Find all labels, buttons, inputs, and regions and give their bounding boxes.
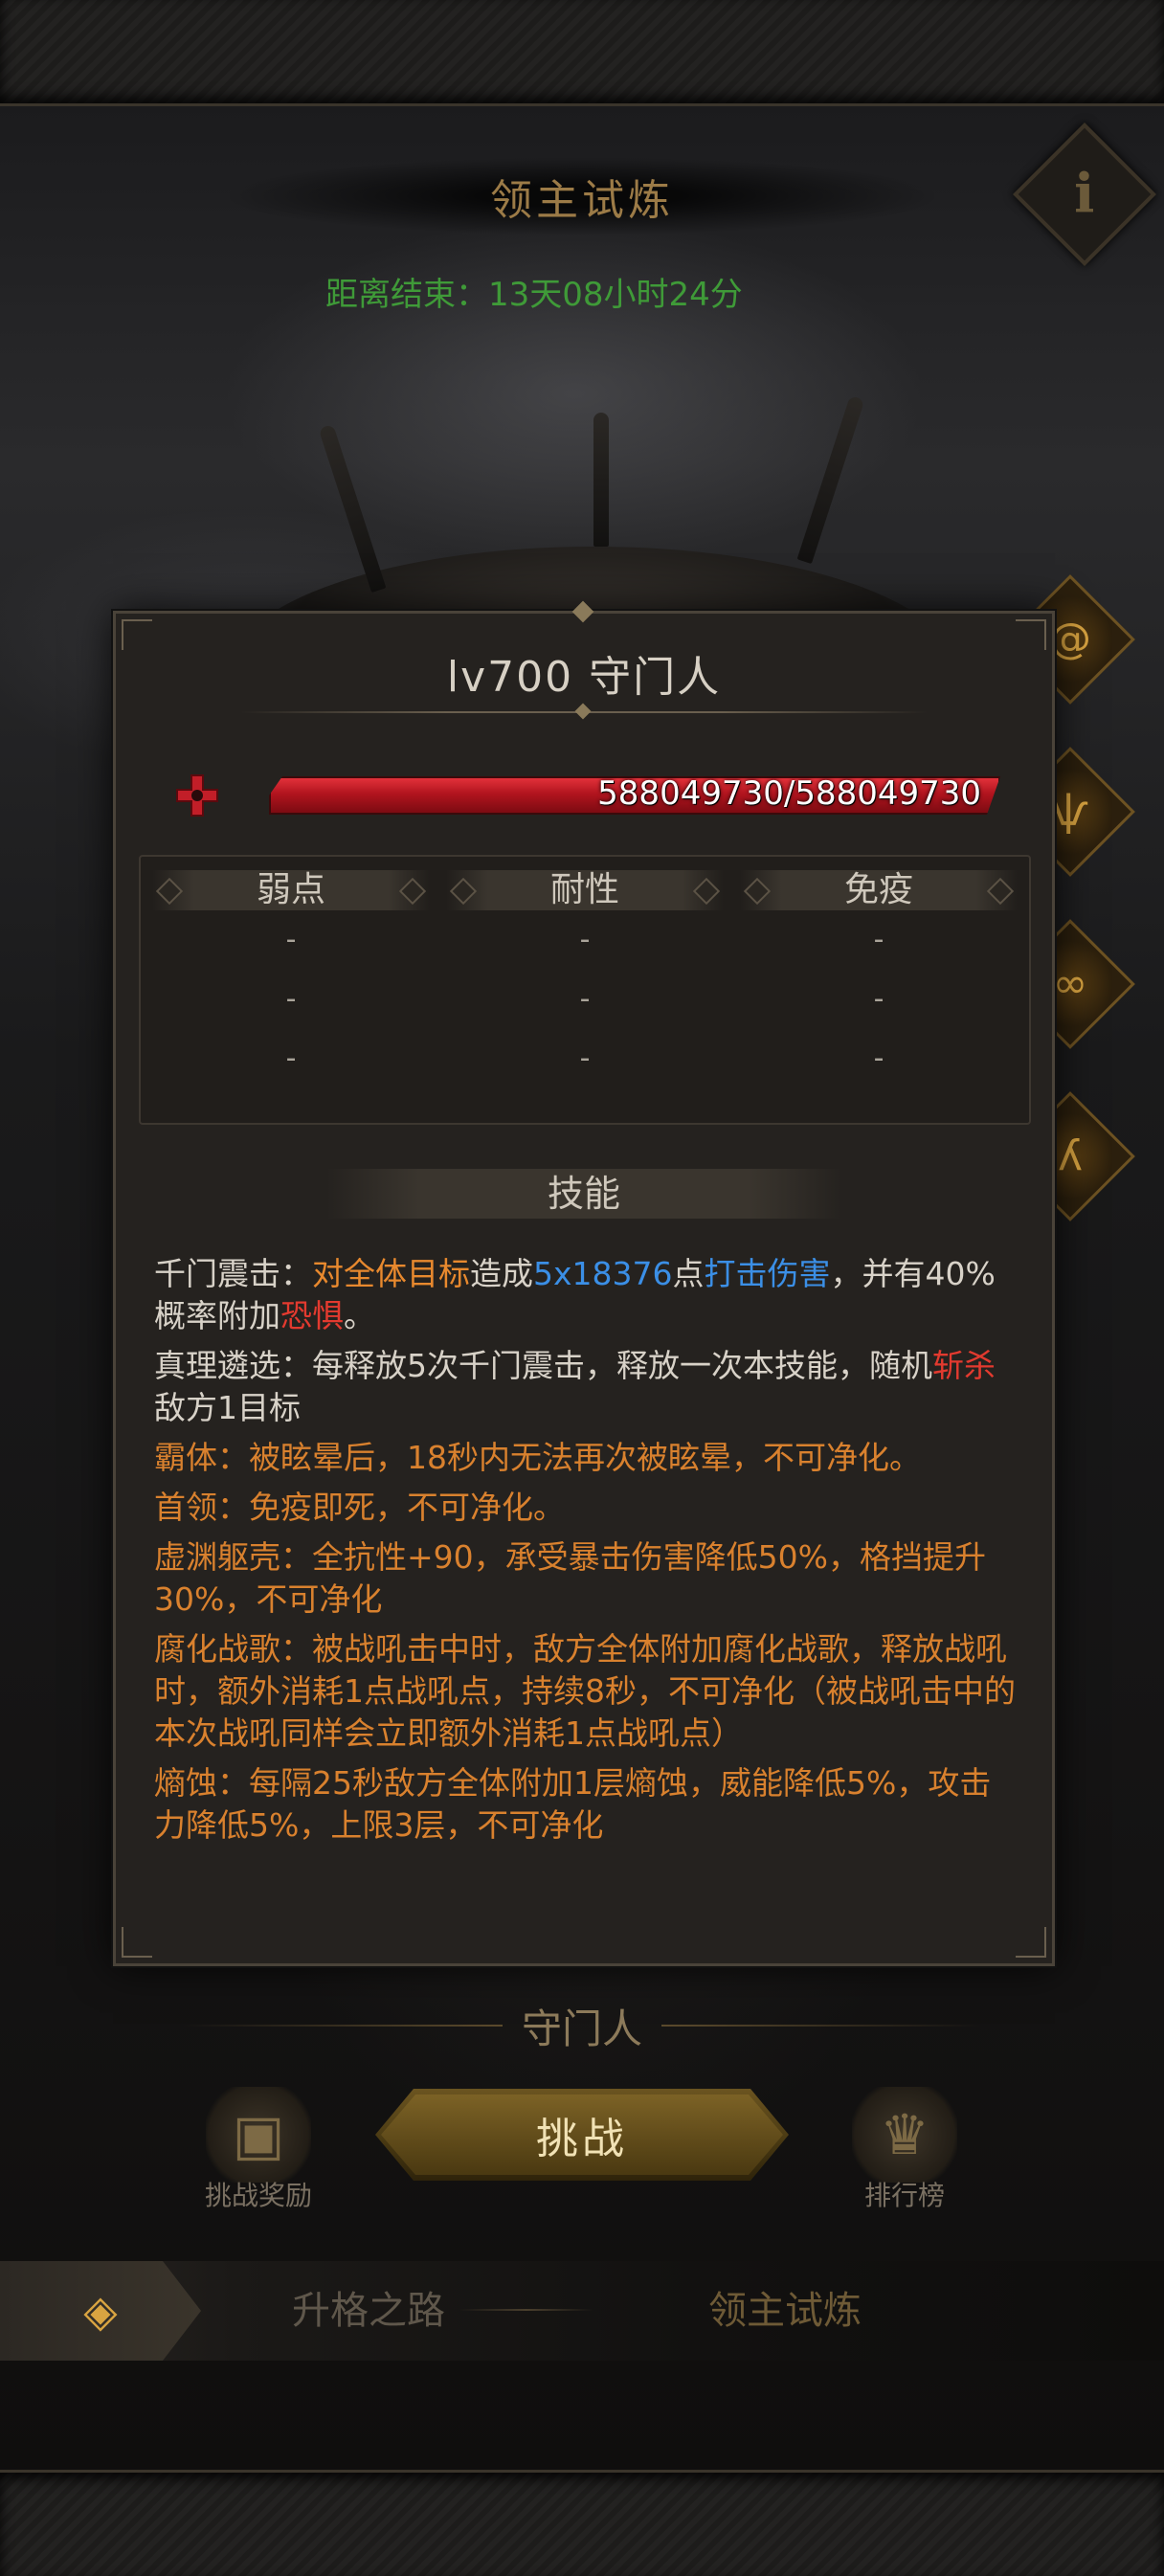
skill-text: 千门震击： xyxy=(154,1255,312,1292)
countdown-timer: 距离结束：13天08小时24分 xyxy=(325,276,743,314)
skill-entry: 虚渊躯壳：全抗性+90，承受暴击伤害降低50%，格挡提升30%，不可净化 xyxy=(154,1536,1016,1621)
challenge-reward-button[interactable]: ▣ 挑战奖励 xyxy=(163,2087,354,2213)
treasure-chest-icon: ▣ xyxy=(206,2087,311,2183)
skill-text: 熵蚀：每隔25秒敌方全体附加1层熵蚀，威能降低5%，攻击力降低5%，上限3层，不… xyxy=(154,1764,992,1844)
boss-level-name: lv700 守门人 xyxy=(446,653,722,702)
resistance-value: - xyxy=(579,1042,591,1075)
skill-text: 恐惧 xyxy=(280,1297,344,1334)
skill-text: 点 xyxy=(672,1255,705,1292)
skill-text: 首领：免疫即死，不可净化。 xyxy=(154,1489,565,1526)
page-title: 领主试炼 xyxy=(490,176,674,225)
horn-left xyxy=(318,423,387,594)
skill-text: 真理遴选：每释放5次千门震击，释放一次本技能，随机 xyxy=(154,1347,932,1384)
skill-text: 5x18376 xyxy=(533,1255,673,1292)
boss-subtitle-row: 守门人 xyxy=(163,1997,1001,2054)
ranking-button[interactable]: ♛ 排行榜 xyxy=(809,2087,1000,2213)
boss-subtitle: 守门人 xyxy=(522,2005,643,2052)
skill-text: 敌方1目标 xyxy=(154,1389,301,1426)
skill-text: 对全体目标 xyxy=(312,1255,470,1292)
weakness-header: 弱点 xyxy=(152,870,430,910)
skill-entry: 真理遴选：每释放5次千门震击，释放一次本技能，随机斩杀敌方1目标 xyxy=(154,1345,1016,1429)
weakness-value: - xyxy=(285,1042,297,1075)
tab-ascension-road[interactable]: 升格之路 xyxy=(292,2261,445,2361)
boss-info-dialog: lv700 守门人 588049730/588049730 弱点 - - - 耐… xyxy=(113,600,1055,1966)
skill-text: 打击伤害 xyxy=(704,1255,831,1292)
skills-list: 千门震击：对全体目标造成5x18376点打击伤害，并有40%概率附加恐惧。 真理遴… xyxy=(154,1253,1016,1854)
bottom-frame xyxy=(0,2470,1164,2576)
immunity-value: - xyxy=(873,923,884,956)
weakness-column: 弱点 - - - xyxy=(152,870,430,1119)
bottom-tab-bar: ◈ 升格之路 领主试炼 xyxy=(0,2261,1164,2361)
crown-icon: ♛ xyxy=(852,2087,957,2183)
weakness-value: - xyxy=(285,982,297,1016)
challenge-label: 挑战 xyxy=(536,2115,628,2163)
skill-entry: 腐化战歌：被战吼击中时，敌方全体附加腐化战歌，释放战吼时，额外消耗1点战吼点，持… xyxy=(154,1628,1016,1755)
hp-value: 588049730/588049730 xyxy=(597,774,981,813)
immunity-header: 免疫 xyxy=(740,870,1018,910)
challenge-reward-label: 挑战奖励 xyxy=(204,2180,312,2211)
corner-ornament xyxy=(122,1927,152,1958)
top-frame xyxy=(0,0,1164,106)
immunity-column: 免疫 - - - xyxy=(740,870,1018,1119)
ranking-label: 排行榜 xyxy=(863,2180,945,2211)
resistance-value: - xyxy=(579,982,591,1016)
skill-text: 造成 xyxy=(470,1255,533,1292)
resistance-column: 耐性 - - - xyxy=(446,870,724,1119)
skill-text: 。 xyxy=(344,1297,375,1334)
skill-text: 腐化战歌：被战吼击中时，敌方全体附加腐化战歌，释放战吼时，额外消耗1点战吼点，持… xyxy=(154,1630,1016,1752)
weakness-value: - xyxy=(285,923,297,956)
hp-cross-icon xyxy=(176,774,218,817)
horn-right xyxy=(796,394,865,565)
skill-text: 斩杀 xyxy=(932,1347,996,1384)
skills-header: 技能 xyxy=(326,1169,841,1219)
helm-spike xyxy=(593,413,609,547)
corner-ornament xyxy=(1016,1927,1046,1958)
challenge-button[interactable]: 挑战 xyxy=(375,2089,789,2181)
title-banner: 领主试炼 xyxy=(230,158,934,235)
resistance-header: 耐性 xyxy=(446,870,724,910)
tab-lord-trial[interactable]: 领主试炼 xyxy=(708,2261,862,2361)
tab-divider xyxy=(459,2309,593,2311)
skill-entry: 熵蚀：每隔25秒敌方全体附加1层熵蚀，威能降低5%，攻击力降低5%，上限3层，不… xyxy=(154,1762,1016,1847)
skill-entry: 千门震击：对全体目标造成5x18376点打击伤害，并有40%概率附加恐惧。 xyxy=(154,1253,1016,1337)
skill-text: 虚渊躯壳：全抗性+90，承受暴击伤害降低50%，格挡提升30%，不可净化 xyxy=(154,1538,986,1618)
resistance-table: 弱点 - - - 耐性 - - - 免疫 - - - xyxy=(139,855,1031,1125)
skill-text: 霸体：被眩晕后，18秒内无法再次被眩晕，不可净化。 xyxy=(154,1439,921,1476)
immunity-value: - xyxy=(873,1042,884,1075)
diamond-arrow-icon: ◈ xyxy=(83,2285,118,2337)
immunity-value: - xyxy=(873,982,884,1016)
resistance-value: - xyxy=(579,923,591,956)
skill-entry: 首领：免疫即死，不可净化。 xyxy=(154,1487,1016,1529)
skill-entry: 霸体：被眩晕后，18秒内无法再次被眩晕，不可净化。 xyxy=(154,1437,1016,1479)
tab-selector[interactable]: ◈ xyxy=(0,2261,201,2361)
info-icon: i xyxy=(1074,163,1095,226)
name-divider xyxy=(240,711,928,713)
